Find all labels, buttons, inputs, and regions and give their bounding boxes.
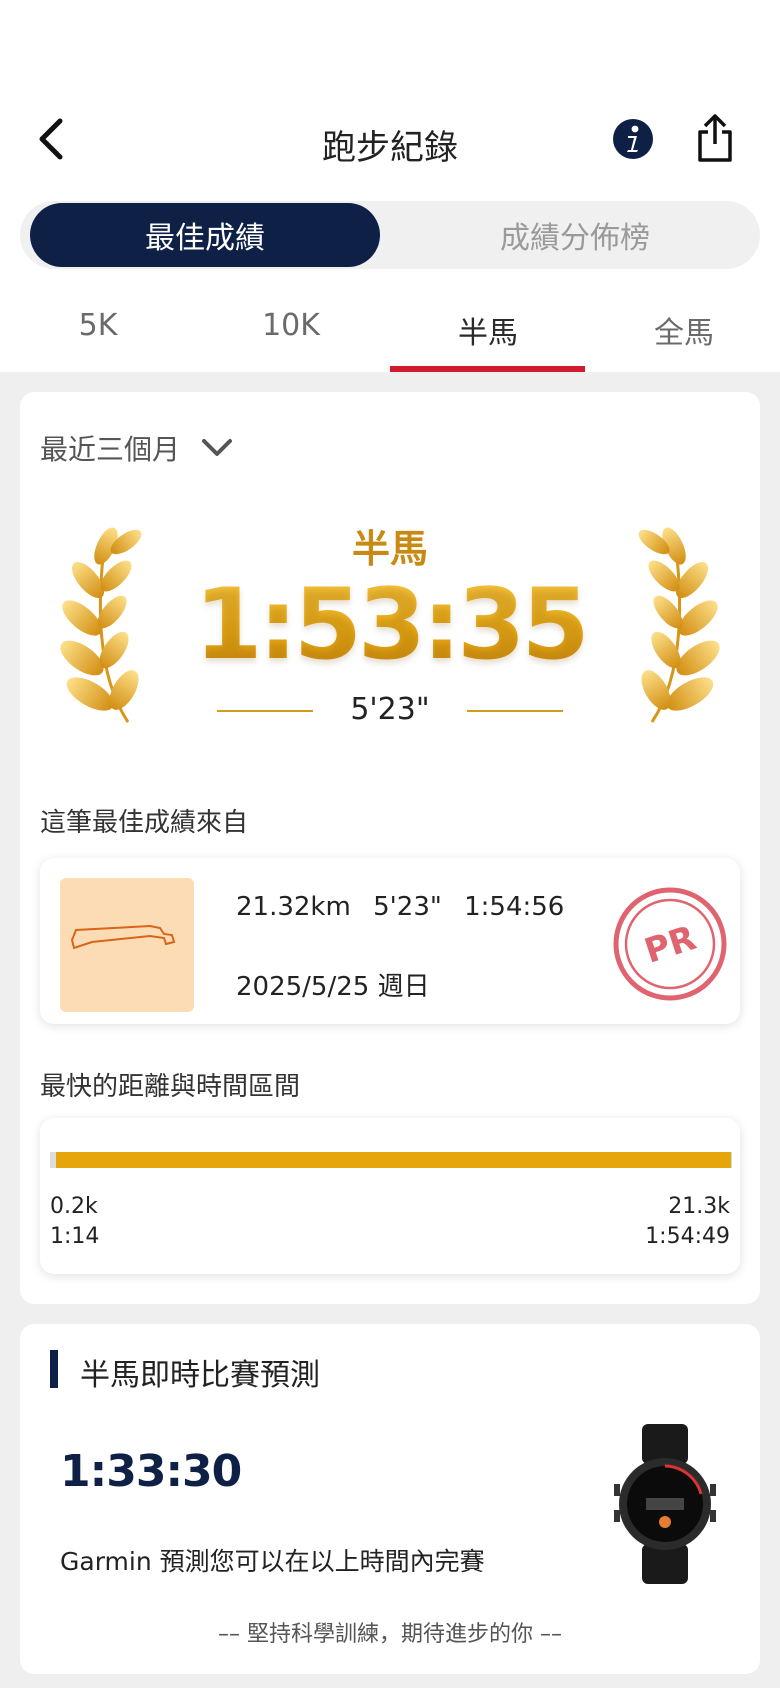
tab-active-indicator: [390, 366, 585, 372]
fastest-segment-card: 0.2k 1:14 21.3k 1:54:49: [40, 1118, 740, 1274]
page-title: 跑步紀錄: [322, 128, 458, 168]
watch-image: [614, 1424, 716, 1584]
tab-5k[interactable]: 5K: [0, 296, 196, 372]
activity-stats: 21.32km 5'23" 1:54:56: [236, 892, 564, 922]
section-accent-bar: [50, 1350, 58, 1388]
segment-start-distance: 0.2k: [50, 1194, 98, 1219]
tab-marathon[interactable]: 全馬: [586, 296, 780, 372]
time-range-label: 最近三個月: [40, 433, 181, 466]
best-source-label: 這筆最佳成績來自: [40, 808, 249, 838]
top-area: 跑步紀錄 最佳成績 成績分佈榜 5K 10K 半馬 全馬: [0, 0, 780, 372]
segment-end-distance: 21.3k: [668, 1194, 730, 1219]
activity-time: 1:54:56: [464, 892, 565, 922]
best-distance-label: 半馬: [351, 527, 428, 571]
pr-badge-icon: PR: [613, 887, 727, 1001]
chevron-down-icon: [202, 439, 233, 456]
activity-distance: 21.32km: [236, 892, 351, 922]
distance-tabs: 5K 10K 半馬 全馬: [0, 296, 780, 372]
best-time: 1:53:35: [20, 568, 760, 682]
best-pace: 5'23": [350, 692, 430, 727]
segment-end-time: 1:54:49: [645, 1224, 730, 1249]
prediction-time: 1:33:30: [60, 1446, 242, 1497]
tab-10k[interactable]: 10K: [193, 296, 389, 372]
info-button[interactable]: [610, 116, 656, 162]
time-range-dropdown[interactable]: 最近三個月: [40, 428, 234, 468]
share-icon: [698, 114, 732, 162]
share-button[interactable]: [692, 110, 738, 166]
fastest-segment-label: 最快的距離與時間區間: [40, 1072, 301, 1102]
race-prediction-card: 半馬即時比賽預測 1:33:30 Garmin 預測您可以在以上時間內完賽 ––…: [20, 1324, 760, 1674]
segment-control: 最佳成績 成績分佈榜: [20, 201, 760, 269]
tab-half-marathon[interactable]: 半馬: [390, 296, 586, 372]
activity-date: 2025/5/25 週日: [236, 972, 430, 1002]
info-icon: [613, 119, 653, 159]
pr-badge-text: PR: [640, 918, 701, 972]
activity-card[interactable]: 21.32km 5'23" 1:54:56 2025/5/25 週日 PR: [40, 858, 740, 1024]
footer-note: –– 堅持科學訓練，期待進步的你 ––: [218, 1622, 562, 1647]
segment-start: 0.2k 1:14: [50, 1192, 99, 1252]
route-icon: [70, 924, 176, 950]
segment-start-time: 1:14: [50, 1224, 100, 1249]
best-result-card: 最近三個月 半馬 1:53:35 5'23" 這筆最佳成績來自 21.32km …: [20, 392, 760, 1304]
header: 跑步紀錄: [0, 100, 780, 180]
segment-end: 21.3k 1:54:49: [645, 1192, 730, 1252]
segment-bar-fill: [56, 1152, 732, 1168]
route-map-thumbnail: [60, 878, 194, 1012]
prediction-title: 半馬即時比賽預測: [80, 1358, 320, 1393]
segment-distribution[interactable]: 成績分佈榜: [400, 203, 750, 267]
segment-best[interactable]: 最佳成績: [30, 203, 380, 267]
prediction-description: Garmin 預測您可以在以上時間內完賽: [60, 1547, 485, 1576]
activity-pace: 5'23": [373, 892, 442, 922]
